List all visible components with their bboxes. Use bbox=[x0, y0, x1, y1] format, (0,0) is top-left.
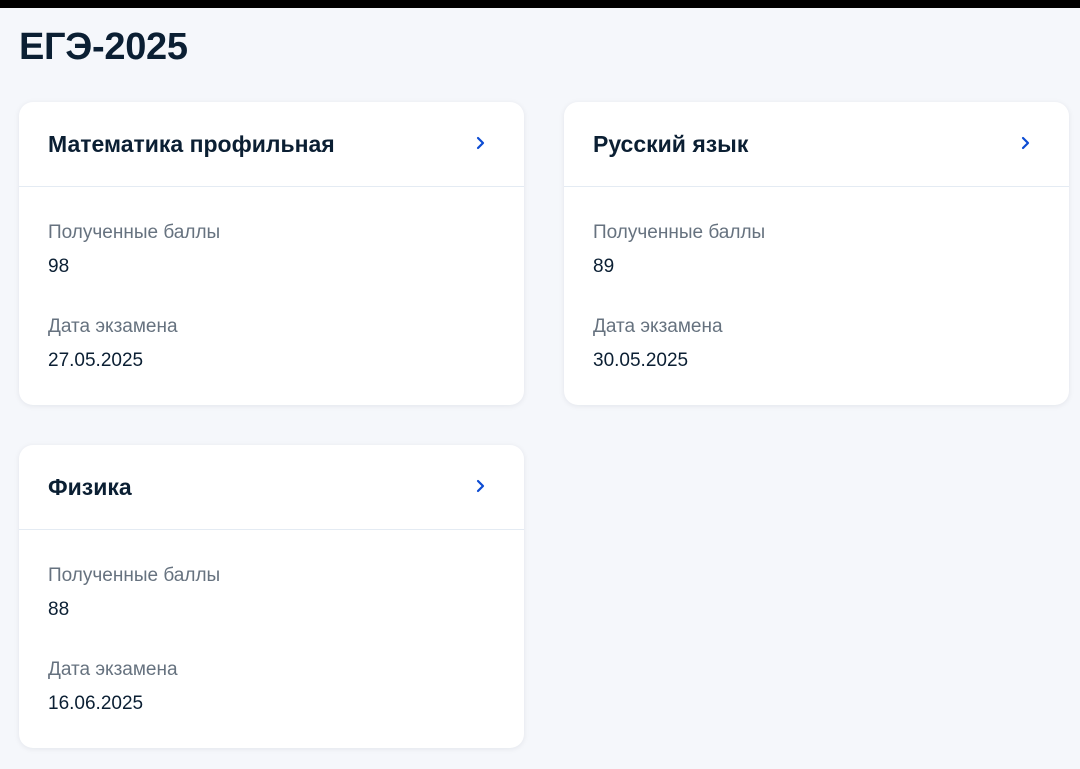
date-label: Дата экзамена bbox=[48, 659, 178, 680]
score-label: Полученные баллы bbox=[48, 222, 221, 243]
score-label: Полученные баллы bbox=[48, 565, 221, 586]
card-title: Русский язык bbox=[593, 131, 749, 157]
chevron-right-icon[interactable] bbox=[1019, 132, 1033, 154]
score-value: 89 bbox=[593, 256, 615, 277]
card-title: Математика профильная bbox=[48, 131, 335, 157]
top-status-bar bbox=[0, 0, 1080, 8]
score-value: 98 bbox=[48, 256, 70, 277]
date-value: 27.05.2025 bbox=[48, 350, 144, 371]
chevron-right-icon[interactable] bbox=[474, 132, 488, 154]
date-value: 30.05.2025 bbox=[593, 350, 689, 371]
card-header: Математика профильная bbox=[19, 102, 524, 187]
exam-card-math[interactable]: Математика профильная Полученные баллы 9… bbox=[19, 102, 524, 405]
score-value: 88 bbox=[48, 599, 70, 620]
date-label: Дата экзамена bbox=[593, 316, 723, 337]
date-value: 16.06.2025 bbox=[48, 693, 144, 714]
card-header: Русский язык bbox=[564, 102, 1069, 187]
page-title: ЕГЭ-2025 bbox=[19, 26, 188, 68]
date-label: Дата экзамена bbox=[48, 316, 178, 337]
exam-card-physics[interactable]: Физика Полученные баллы 88 Дата экзамена… bbox=[19, 445, 524, 748]
chevron-right-icon[interactable] bbox=[474, 475, 488, 497]
exam-card-russian[interactable]: Русский язык Полученные баллы 89 Дата эк… bbox=[564, 102, 1069, 405]
score-label: Полученные баллы bbox=[593, 222, 766, 243]
card-title: Физика bbox=[48, 474, 132, 500]
card-header: Физика bbox=[19, 445, 524, 530]
